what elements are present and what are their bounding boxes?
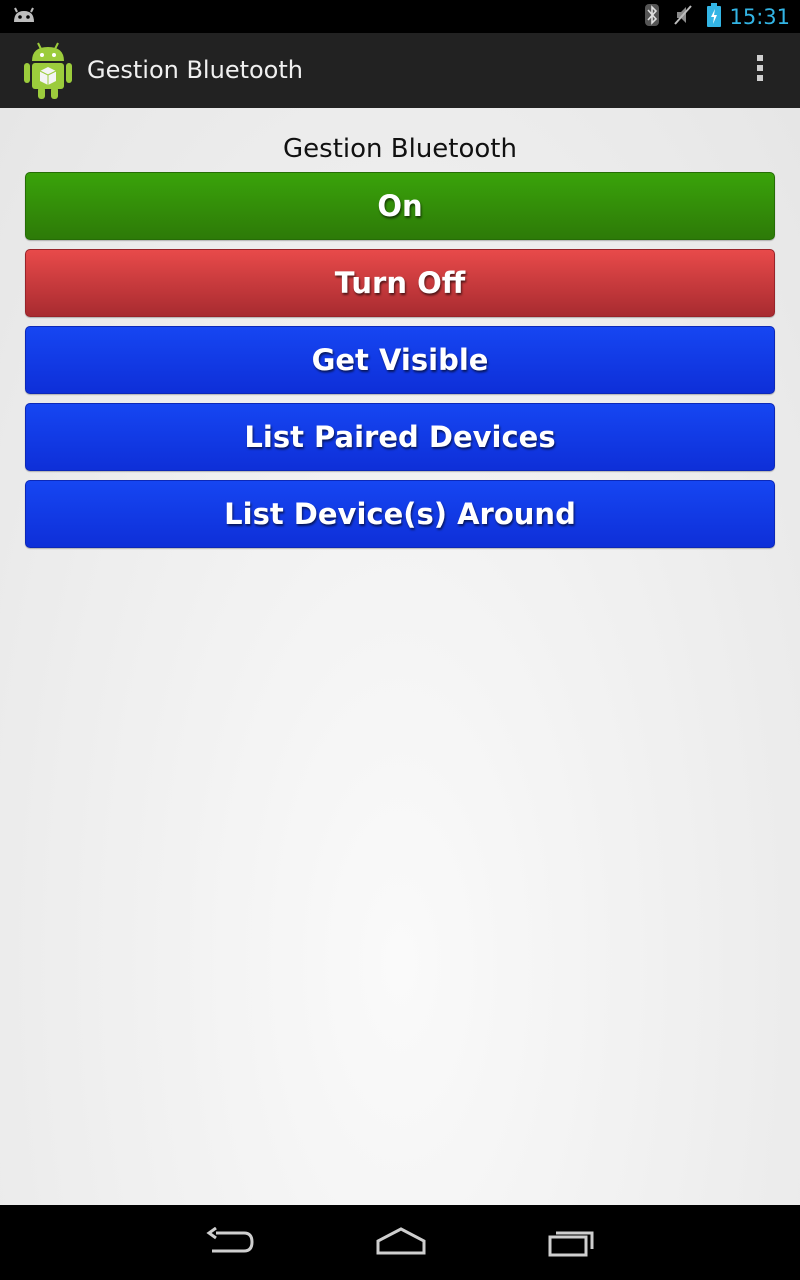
- status-bar: 15:31: [0, 0, 800, 33]
- action-bar: Gestion Bluetooth: [0, 33, 800, 109]
- status-time: 15:31: [729, 5, 790, 29]
- overflow-menu-icon[interactable]: [750, 55, 770, 89]
- battery-charging-icon: [707, 2, 722, 32]
- android-notification-icon[interactable]: [12, 7, 36, 30]
- app-android-icon[interactable]: [22, 41, 74, 106]
- recent-apps-icon[interactable]: [548, 1227, 596, 1262]
- list-paired-devices-button[interactable]: List Paired Devices: [25, 403, 775, 471]
- bluetooth-icon: [645, 3, 660, 31]
- bluetooth-on-button[interactable]: On: [25, 172, 775, 240]
- navigation-bar: [0, 1205, 800, 1280]
- notification-area: [12, 6, 36, 31]
- back-icon[interactable]: [206, 1226, 254, 1262]
- no-sound-icon: [673, 4, 693, 31]
- action-bar-title: Gestion Bluetooth: [87, 56, 303, 84]
- get-visible-button[interactable]: Get Visible: [25, 326, 775, 394]
- home-icon[interactable]: [376, 1227, 426, 1262]
- page-title: Gestion Bluetooth: [283, 134, 517, 164]
- main-content: Gestion Bluetooth On Turn Off Get Visibl…: [0, 108, 800, 1205]
- turn-off-button[interactable]: Turn Off: [25, 249, 775, 317]
- list-devices-around-button[interactable]: List Device(s) Around: [25, 480, 775, 548]
